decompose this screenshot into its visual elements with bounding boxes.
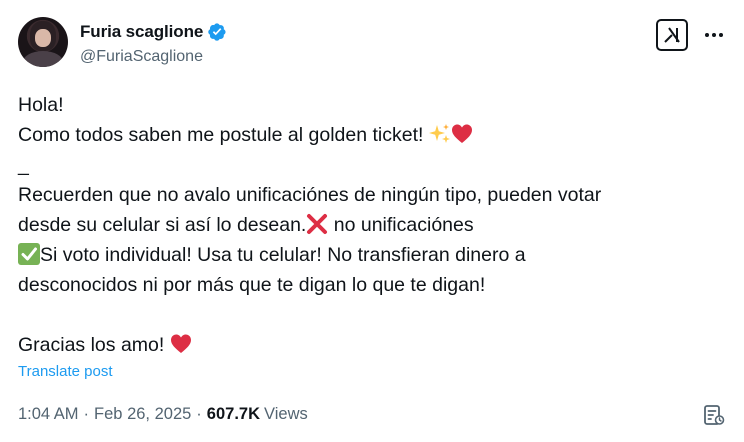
check-mark-emoji	[18, 243, 40, 265]
post-line: Como todos saben me postule al golden ti…	[18, 124, 424, 146]
cross-mark-emoji	[307, 214, 328, 234]
post-line: Gracias los amo!	[18, 334, 165, 356]
post-line: no unificaciónes	[328, 214, 474, 236]
meta-separator: ·	[83, 405, 90, 423]
sparkles-emoji	[428, 124, 450, 143]
post-line: desde su celular si así lo desean.	[18, 214, 307, 236]
views-count: 607.7K	[206, 405, 261, 423]
post-time[interactable]: 1:04 AM	[18, 405, 79, 424]
post-meta: 1:04 AM · Feb 26, 2025 · 607.7K Views	[18, 405, 308, 424]
post-line: Recuerden que no avalo unificaciónes de …	[18, 184, 602, 206]
translate-post-link[interactable]: Translate post	[18, 363, 113, 380]
post-header: Furia scaglione @FuriaScaglione	[18, 17, 726, 73]
post-date[interactable]: Feb 26, 2025	[94, 405, 191, 424]
author-handle[interactable]: @FuriaScaglione	[80, 48, 203, 66]
post-analytics-icon[interactable]	[702, 403, 726, 427]
post-text: Hola! Como todos saben me postule al gol…	[18, 90, 718, 360]
post-line: Hola!	[18, 94, 64, 116]
author-display-name[interactable]: Furia scaglione	[80, 22, 203, 42]
post-line: _	[18, 154, 29, 176]
avatar[interactable]	[18, 17, 68, 67]
more-options-button[interactable]	[702, 23, 726, 47]
red-heart-emoji	[170, 334, 191, 353]
views-label: Views	[264, 405, 308, 423]
meta-separator: ·	[196, 405, 202, 423]
grok-button[interactable]	[656, 19, 688, 51]
grok-icon	[664, 27, 680, 43]
red-heart-emoji	[451, 124, 472, 143]
author-name-row[interactable]: Furia scaglione	[80, 22, 227, 42]
more-icon	[705, 33, 723, 37]
verified-badge-icon	[208, 23, 226, 41]
post-line: desconocidos ni por más que te digan lo …	[18, 274, 486, 296]
post-line: Si voto individual! Usa tu celular! No t…	[40, 244, 526, 266]
